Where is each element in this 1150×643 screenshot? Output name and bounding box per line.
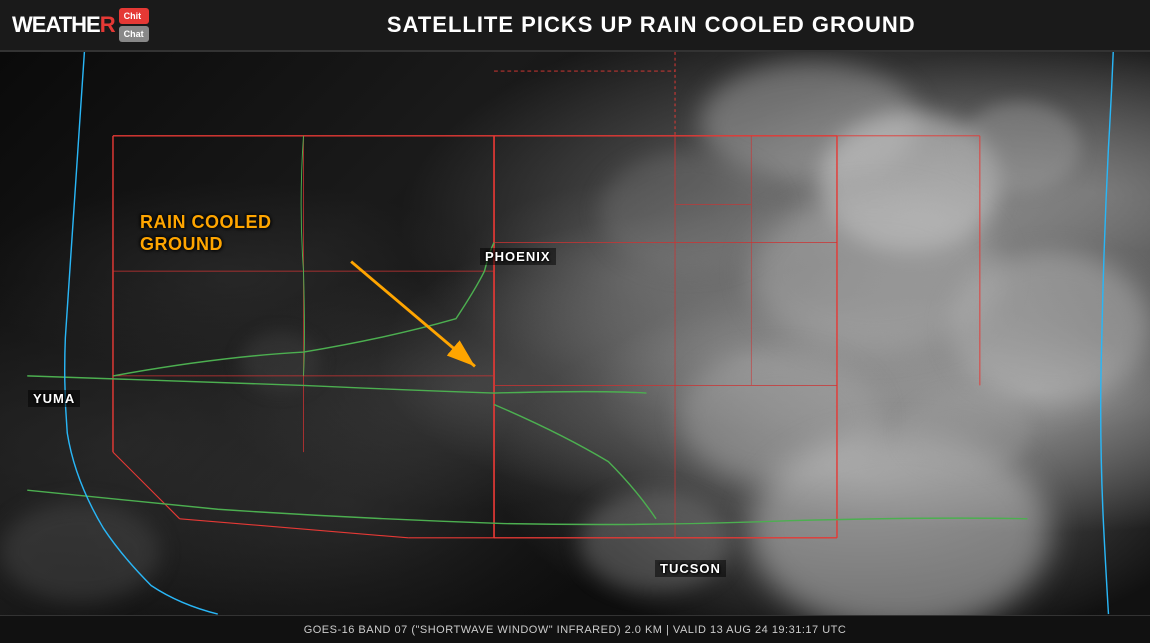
city-label-phoenix: PHOENIX [480, 248, 556, 265]
city-label-tucson: TUCSON [655, 560, 726, 577]
yuma-label-text: YUMA [33, 391, 75, 406]
logo-chit: Chit [119, 8, 149, 24]
annotation-text-line2: GROUND [140, 234, 272, 256]
footer: GOES-16 BAND 07 ("SHORTWAVE WINDOW" INFR… [0, 615, 1150, 643]
logo-r: R [100, 12, 115, 37]
annotation-text-line1: RAIN COOLED [140, 212, 272, 234]
logo: WEATHER Chit Chat [12, 8, 149, 42]
annotation-label: RAIN COOLED GROUND [140, 212, 272, 255]
logo-weather-text: WEATHER [12, 12, 115, 38]
annotation-box: RAIN COOLED GROUND [140, 212, 272, 255]
app: WEATHER Chit Chat SATELLITE PICKS UP RAI… [0, 0, 1150, 643]
city-label-yuma: YUMA [28, 390, 80, 407]
logo-chit-chat: Chit Chat [119, 8, 149, 42]
header: WEATHER Chit Chat SATELLITE PICKS UP RAI… [0, 0, 1150, 52]
tucson-label-text: TUCSON [660, 561, 721, 576]
header-title: SATELLITE PICKS UP RAIN COOLED GROUND [165, 12, 1138, 38]
map-container: RAIN COOLED GROUND PHOENIX TUCSON YUMA [0, 52, 1150, 615]
logo-chat: Chat [119, 26, 149, 42]
phoenix-label-text: PHOENIX [485, 249, 551, 264]
footer-text: GOES-16 BAND 07 ("SHORTWAVE WINDOW" INFR… [304, 624, 847, 636]
map-overlay [0, 52, 1150, 615]
